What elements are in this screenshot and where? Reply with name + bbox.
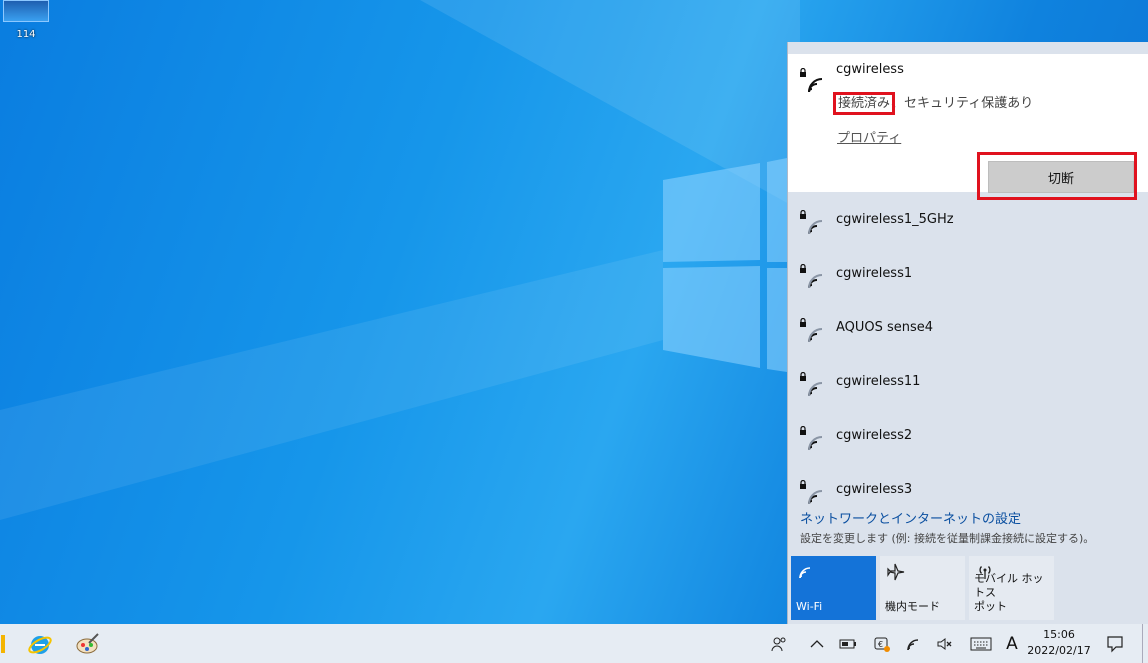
- network-settings-link[interactable]: ネットワークとインターネットの設定: [800, 508, 1021, 527]
- people-icon[interactable]: [766, 624, 792, 663]
- security-status: 、セキュリティ保護あり: [891, 96, 1034, 111]
- internet-explorer-icon[interactable]: [20, 624, 60, 663]
- network-ssid: cgwireless11: [836, 374, 921, 389]
- network-flyout: cgwireless 接続済み、セキュリティ保護あり プロパティ 切断 cgwi…: [787, 42, 1148, 624]
- notification-center-icon[interactable]: [1100, 624, 1130, 663]
- network-list-item[interactable]: cgwireless11: [788, 358, 1148, 412]
- network-ssid: cgwireless1_5GHz: [836, 212, 954, 227]
- shortcut-label: 114: [16, 29, 36, 40]
- battery-icon[interactable]: [836, 624, 860, 663]
- show-desktop-button[interactable]: [1142, 624, 1148, 663]
- taskbar: € A 15:06 2022/02/17: [0, 624, 1148, 663]
- disconnect-button[interactable]: 切断: [988, 161, 1134, 193]
- desktop-shortcut[interactable]: 114: [3, 0, 49, 40]
- chevron-up-icon[interactable]: [806, 624, 828, 663]
- svg-text:€: €: [878, 640, 883, 649]
- network-wifi-icon[interactable]: [902, 624, 926, 663]
- disconnect-highlight-box: 切断: [977, 152, 1137, 200]
- connection-status: 接続済み、セキュリティ保護あり: [832, 92, 1034, 115]
- network-ssid: cgwireless3: [836, 482, 913, 497]
- taskbar-edge-app[interactable]: [0, 624, 6, 663]
- security-alert-icon[interactable]: €: [870, 624, 894, 663]
- ime-mode-indicator[interactable]: A: [1002, 624, 1022, 663]
- mobile-hotspot-tile[interactable]: モバイル ホットス ポット: [969, 556, 1054, 620]
- taskbar-clock[interactable]: 15:06 2022/02/17: [1024, 627, 1094, 659]
- connected-status-highlight: 接続済み: [832, 92, 896, 115]
- wifi-secured-icon: [799, 210, 825, 236]
- wifi-secured-icon: [799, 372, 825, 398]
- paint-icon[interactable]: [68, 624, 108, 663]
- hotspot-tile-label: モバイル ホットス ポット: [974, 572, 1044, 613]
- wifi-toggle-tile[interactable]: Wi-Fi: [791, 556, 876, 620]
- wifi-icon: [797, 562, 817, 582]
- network-ssid: cgwireless2: [836, 428, 913, 443]
- volume-muted-icon[interactable]: [934, 624, 956, 663]
- wifi-secured-icon: [799, 264, 825, 290]
- wifi-secured-icon: [799, 68, 825, 94]
- keyboard-icon[interactable]: [966, 624, 996, 663]
- network-ssid: AQUOS sense4: [836, 320, 934, 335]
- clock-time: 15:06: [1043, 628, 1075, 641]
- network-settings-description: 設定を変更します (例: 接続を従量制課金接続に設定する)。: [800, 532, 1095, 545]
- network-ssid: cgwireless1: [836, 266, 913, 281]
- connected-network[interactable]: cgwireless 接続済み、セキュリティ保護あり プロパティ 切断: [788, 54, 1148, 200]
- airplane-tile-label: 機内モード: [885, 600, 940, 613]
- clock-date: 2022/02/17: [1027, 644, 1091, 657]
- shortcut-thumbnail: [3, 0, 49, 22]
- network-list-item[interactable]: cgwireless1_5GHz: [788, 196, 1148, 250]
- network-list-item[interactable]: cgwireless1: [788, 250, 1148, 304]
- wifi-tile-label: Wi-Fi: [796, 600, 823, 613]
- network-list-item[interactable]: AQUOS sense4: [788, 304, 1148, 358]
- connected-ssid: cgwireless: [836, 62, 904, 77]
- airplane-mode-tile[interactable]: 機内モード: [880, 556, 965, 620]
- wifi-secured-icon: [799, 426, 825, 452]
- airplane-icon: [886, 562, 906, 582]
- network-list-item[interactable]: cgwireless2: [788, 412, 1148, 466]
- wifi-secured-icon: [799, 318, 825, 344]
- properties-link[interactable]: プロパティ: [837, 127, 901, 146]
- wifi-secured-icon: [799, 480, 825, 506]
